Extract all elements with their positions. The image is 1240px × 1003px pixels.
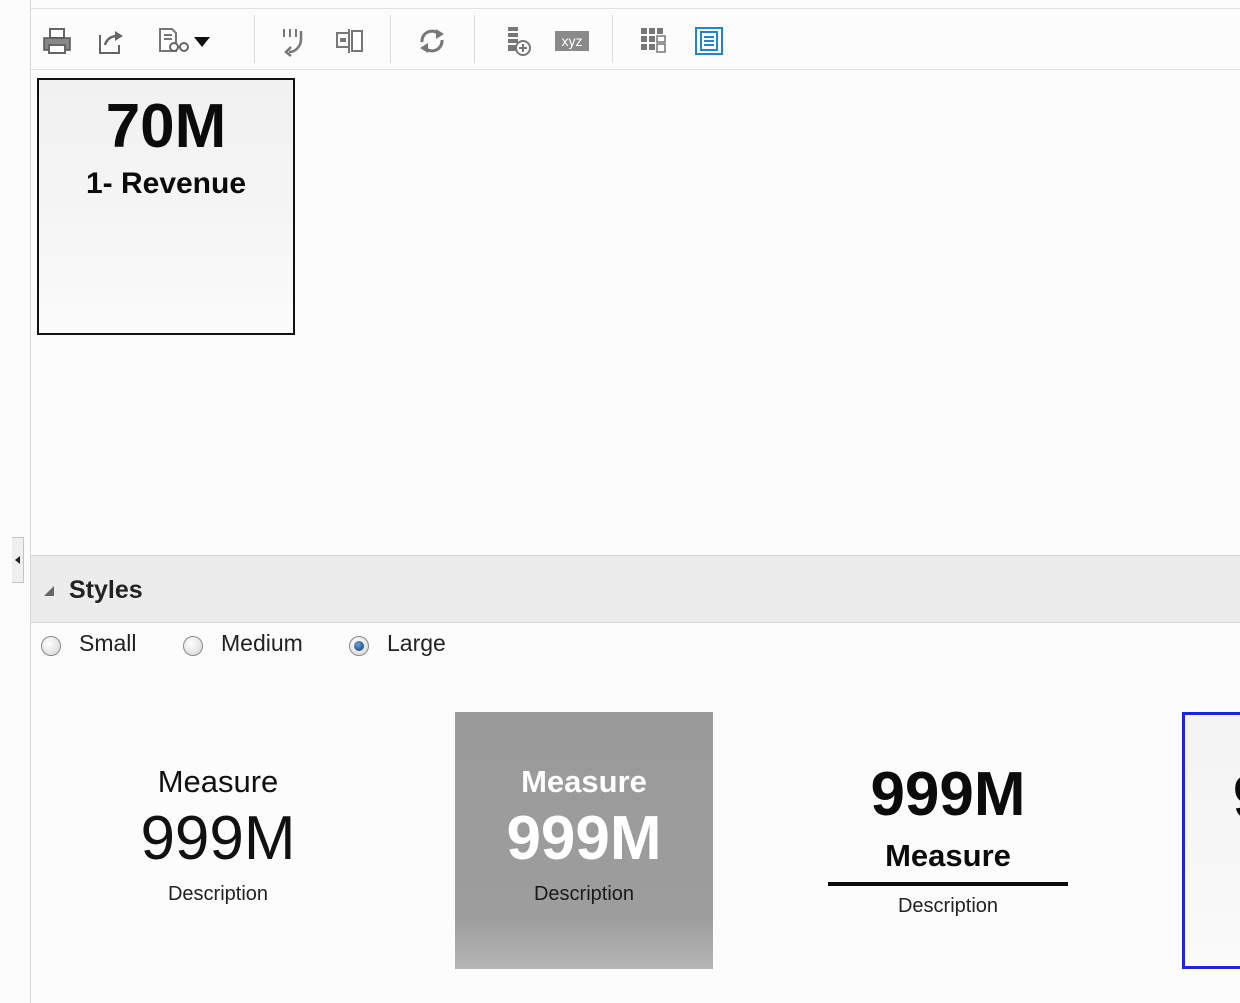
- preview-value: 999M: [140, 804, 296, 873]
- tile-value: 70M: [105, 92, 227, 161]
- radio-medium[interactable]: [183, 636, 203, 656]
- insert-calculation-button[interactable]: [500, 23, 536, 59]
- fit-content-icon: [283, 29, 303, 57]
- preview-value: 999M: [870, 760, 1026, 829]
- toolbar-separator: [474, 15, 475, 63]
- performance-tile[interactable]: 70M 1- Revenue: [37, 78, 295, 335]
- collapse-panel-tab[interactable]: [12, 537, 24, 583]
- print-button[interactable]: [39, 23, 75, 59]
- size-option-medium[interactable]: Medium: [183, 628, 303, 658]
- styles-title: Styles: [69, 576, 143, 604]
- preview-measure: Measure: [521, 764, 647, 799]
- xyz-button[interactable]: xyz: [552, 23, 592, 59]
- preview-measure: Measure: [885, 838, 1011, 873]
- swap-icon: [336, 29, 363, 53]
- preview-description: Description: [533, 883, 635, 905]
- size-option-small[interactable]: Small: [41, 628, 137, 658]
- swap-button[interactable]: [332, 23, 368, 59]
- collapse-arrow-icon: [15, 556, 20, 564]
- tile-view-icon: [695, 27, 723, 55]
- radio-large[interactable]: [349, 636, 369, 656]
- grid-icon: [641, 28, 666, 53]
- refresh-button[interactable]: [414, 23, 450, 59]
- xyz-icon-text: xyz: [562, 33, 583, 49]
- tile-label: 1- Revenue: [85, 167, 247, 200]
- radio-label-large: Large: [387, 630, 446, 656]
- preview-icon: [159, 28, 189, 52]
- preview-value: 9: [1233, 763, 1240, 833]
- tile-view-button[interactable]: [691, 23, 727, 59]
- insert-calc-icon: [508, 27, 531, 56]
- refresh-icon: [420, 29, 444, 53]
- preview-description: Description: [897, 895, 999, 917]
- print-icon: [43, 28, 71, 54]
- style-preview-underlined[interactable]: 999M Measure Description: [819, 712, 1077, 969]
- disclosure-triangle-icon[interactable]: [44, 586, 54, 596]
- export-button[interactable]: [93, 23, 129, 59]
- radio-label-medium: Medium: [221, 630, 303, 656]
- xyz-icon: xyz: [555, 31, 589, 51]
- toolbar: xyz: [31, 8, 1240, 70]
- tile-canvas: 70M 1- Revenue: [31, 71, 1240, 555]
- toolbar-separator: [254, 15, 255, 63]
- preview-measure: Measure: [157, 764, 279, 799]
- preview-button[interactable]: [149, 23, 219, 59]
- toolbar-separator: [612, 15, 613, 63]
- radio-label-small: Small: [79, 630, 137, 656]
- style-preview-plain[interactable]: Measure 999M Description: [89, 712, 347, 969]
- preview-description: Description: [167, 883, 269, 905]
- fit-content-button[interactable]: [275, 23, 311, 59]
- size-option-large[interactable]: Large: [349, 628, 446, 658]
- toolbar-separator: [390, 15, 391, 63]
- grid-button[interactable]: [636, 23, 672, 59]
- preview-value: 999M: [506, 804, 662, 873]
- preview-underline: [828, 882, 1068, 886]
- radio-small[interactable]: [41, 636, 61, 656]
- chevron-down-icon[interactable]: [192, 31, 212, 51]
- style-preview-gray[interactable]: Measure 999M Description: [455, 712, 713, 969]
- size-radio-group: Small Medium Large: [31, 624, 1240, 664]
- export-icon: [99, 31, 123, 54]
- style-preview-selected[interactable]: 9: [1182, 712, 1240, 969]
- styles-section-header[interactable]: Styles: [31, 555, 1240, 623]
